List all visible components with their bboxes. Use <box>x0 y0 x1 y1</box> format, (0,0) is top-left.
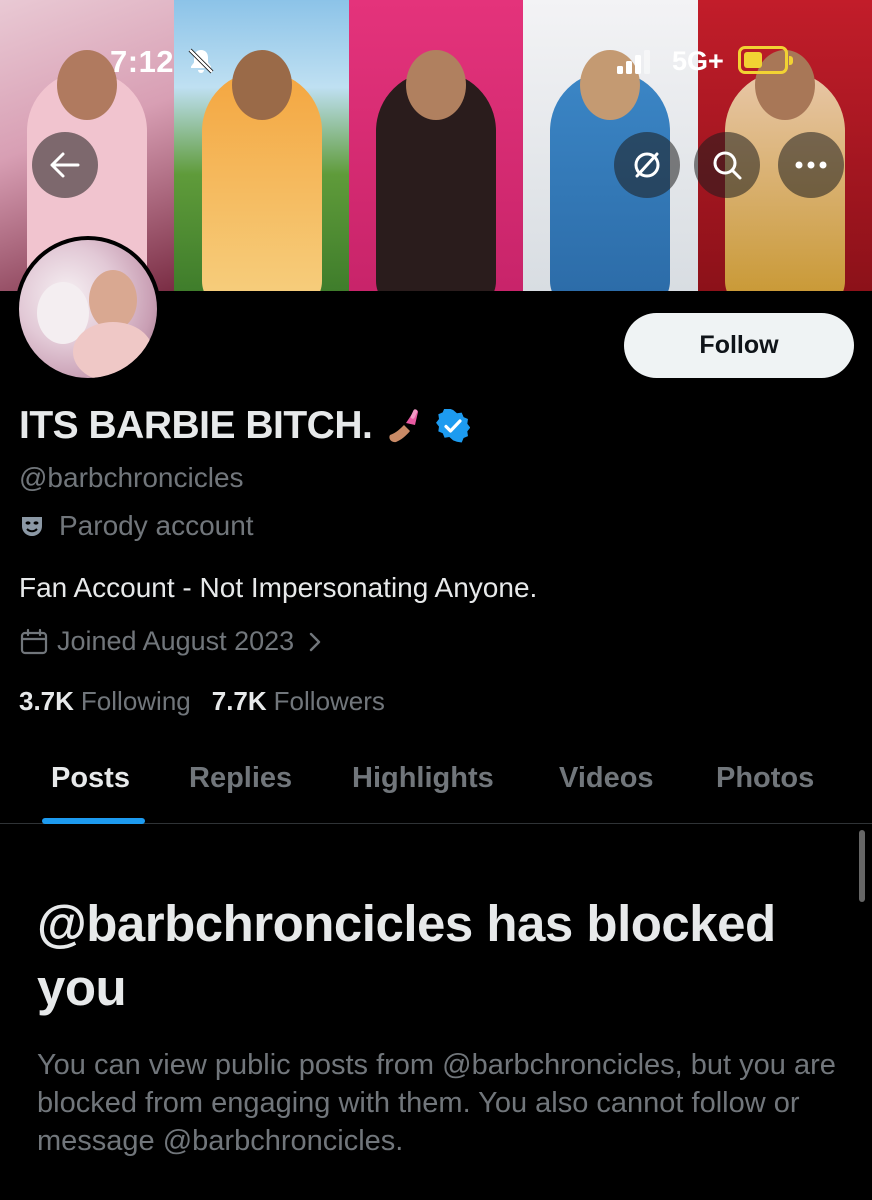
display-name: ITS BARBIE BITCH. <box>19 404 373 447</box>
verified-badge-icon <box>436 409 471 443</box>
active-tab-indicator <box>42 818 145 824</box>
search-button[interactable] <box>694 132 760 198</box>
followers-count: 7.7K <box>211 686 267 716</box>
status-time: 7:12 <box>110 44 175 79</box>
avatar[interactable] <box>15 236 161 382</box>
blocked-title: @barbchroncicles has blocked you <box>37 895 776 1016</box>
more-button[interactable] <box>778 132 844 198</box>
scrollbar[interactable] <box>859 830 865 902</box>
status-bar: 7:12 5G+ <box>0 0 872 110</box>
calendar-icon <box>20 628 48 654</box>
tab-posts[interactable]: Posts <box>51 762 130 795</box>
more-icon <box>795 161 827 169</box>
user-handle: @barbchroncicles <box>19 462 244 493</box>
back-button[interactable] <box>32 132 98 198</box>
search-icon <box>713 151 742 180</box>
network-type: 5G+ <box>672 46 724 76</box>
followers-stat[interactable]: 7.7K Followers <box>212 686 385 717</box>
followers-label: Followers <box>273 686 385 716</box>
sync-icon <box>634 152 660 178</box>
follow-button[interactable]: Follow <box>624 313 854 378</box>
display-name-row: ITS BARBIE BITCH. <box>19 404 471 448</box>
blocked-message: You can view public posts from @barbchro… <box>37 1049 836 1157</box>
battery-icon <box>738 46 793 74</box>
bio: Fan Account - Not Impersonating Anyone. <box>19 572 538 603</box>
grok-button[interactable] <box>614 132 680 198</box>
joined-text: Joined August 2023 <box>57 626 295 656</box>
theater-mask-icon <box>22 517 42 536</box>
following-label: Following <box>80 686 191 716</box>
tab-highlights[interactable]: Highlights <box>352 762 494 795</box>
parody-label: Parody account <box>19 510 254 542</box>
profile-tabs: Posts Replies Highlights Videos Photos <box>0 752 872 824</box>
tab-replies[interactable]: Replies <box>189 762 292 795</box>
tab-photos[interactable]: Photos <box>716 762 814 795</box>
tab-videos[interactable]: Videos <box>559 762 654 795</box>
nail-polish-emoji-icon <box>389 409 419 443</box>
silent-bell-icon <box>188 48 214 74</box>
chevron-right-icon <box>310 632 321 651</box>
following-count: 3.7K <box>19 686 74 716</box>
follow-stats: 3.7K Following 7.7K Followers <box>19 686 385 717</box>
parody-text: Parody account <box>59 510 254 541</box>
signal-strength-icon <box>617 50 650 74</box>
back-arrow-icon <box>50 152 80 178</box>
joined-date[interactable]: Joined August 2023 <box>19 626 324 657</box>
following-stat[interactable]: 3.7K Following <box>19 686 191 717</box>
